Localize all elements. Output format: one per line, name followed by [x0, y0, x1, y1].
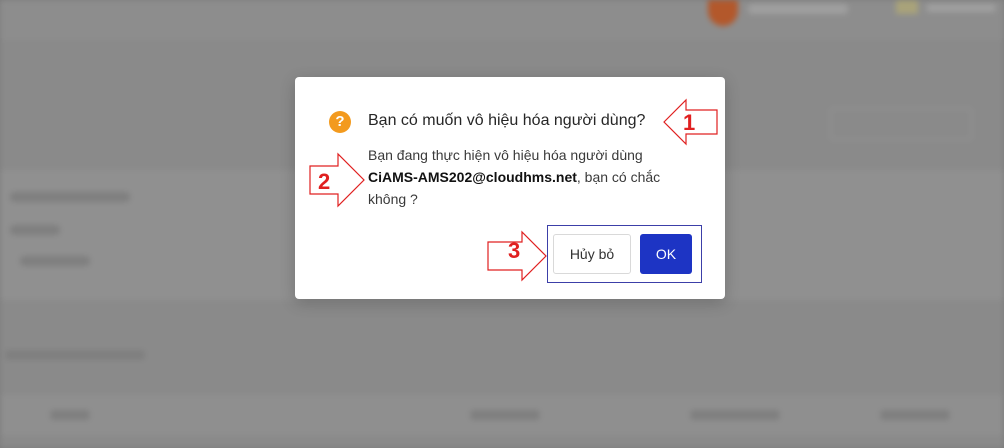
ok-button[interactable]: OK: [640, 234, 692, 274]
dialog-message: Bạn đang thực hiện vô hiệu hóa người dùn…: [368, 144, 688, 210]
user-email: CiAMS-AMS202@cloudhms.net: [368, 169, 577, 185]
question-icon: ?: [329, 111, 351, 133]
dialog-title: Bạn có muốn vô hiệu hóa người dùng?: [368, 112, 646, 129]
annotation-marker-1: 1: [683, 110, 696, 135]
annotation-marker-3: 3: [508, 238, 521, 263]
annotation-arrow-2-icon: [309, 152, 365, 208]
annotation-marker-2: 2: [318, 169, 331, 194]
cancel-button[interactable]: Hủy bỏ: [553, 234, 631, 274]
message-prefix: Bạn đang thực hiện vô hiệu hóa người dùn…: [368, 147, 643, 163]
